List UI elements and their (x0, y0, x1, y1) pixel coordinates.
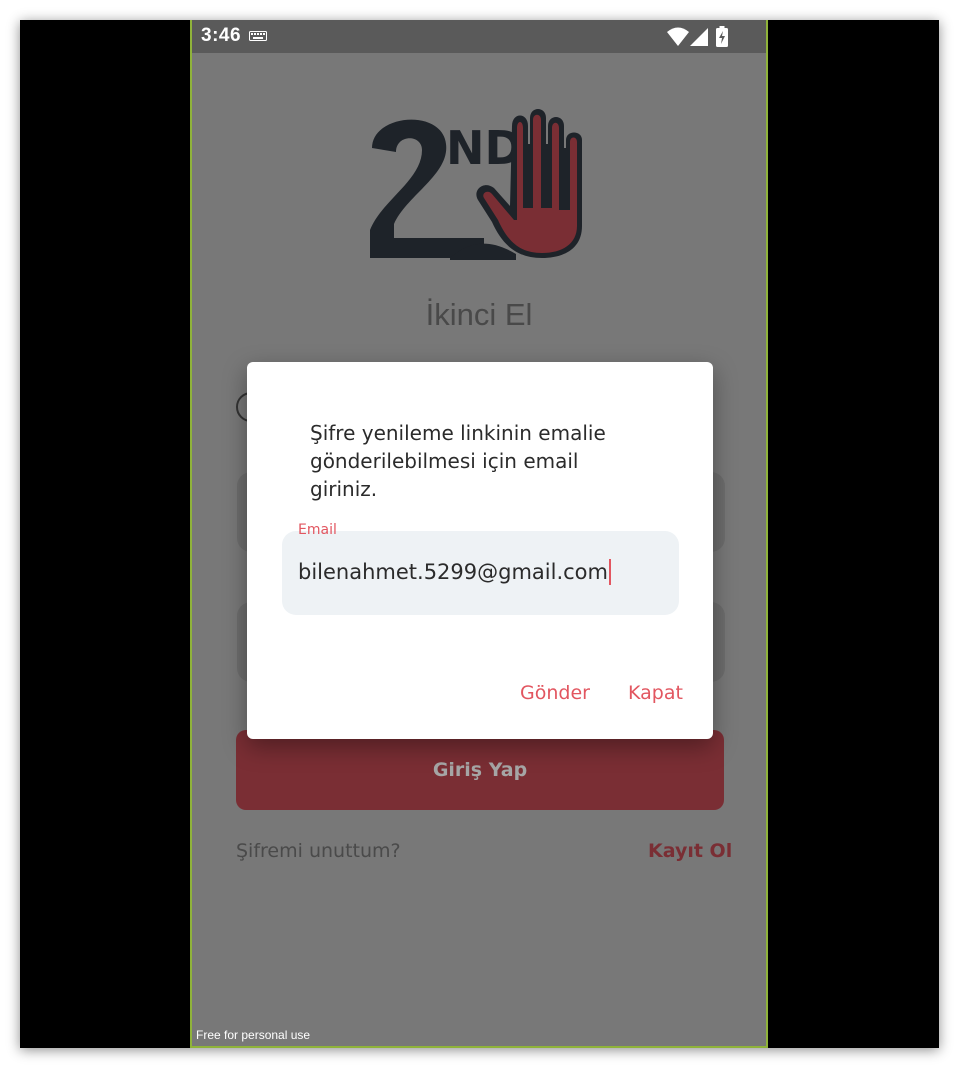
cell-signal-icon (690, 28, 708, 46)
register-link[interactable]: Kayıt Ol (648, 840, 732, 862)
login-button[interactable]: Giriş Yap (236, 730, 724, 810)
email-label: Email (298, 522, 337, 538)
reset-password-dialog: Şifre yenileme linkinin emalie gönderile… (247, 362, 713, 739)
phone-screen: 3:46 ND İkinci El Giriş Yap Şifremi unut… (190, 20, 768, 1048)
watermark: Free for personal use (196, 1028, 311, 1042)
email-value-text: bilenahmet.5299@gmail.com (298, 560, 608, 584)
dialog-message: Şifre yenileme linkinin emalie gönderile… (310, 421, 606, 501)
app-logo-icon: ND (370, 109, 582, 260)
text-cursor (609, 559, 611, 585)
app-title: İkinci El (425, 297, 533, 332)
keyboard-icon (249, 31, 267, 41)
email-input[interactable]: bilenahmet.5299@gmail.com (298, 559, 611, 585)
status-bar: 3:46 (192, 20, 766, 53)
forgot-password-link[interactable]: Şifremi unuttum? (236, 840, 401, 862)
send-button[interactable]: Gönder (520, 682, 590, 704)
close-button[interactable]: Kapat (628, 682, 683, 704)
wifi-icon (667, 27, 689, 46)
status-time: 3:46 (201, 25, 242, 46)
battery-charging-icon (716, 26, 728, 47)
email-field[interactable]: bilenahmet.5299@gmail.com (282, 531, 679, 615)
